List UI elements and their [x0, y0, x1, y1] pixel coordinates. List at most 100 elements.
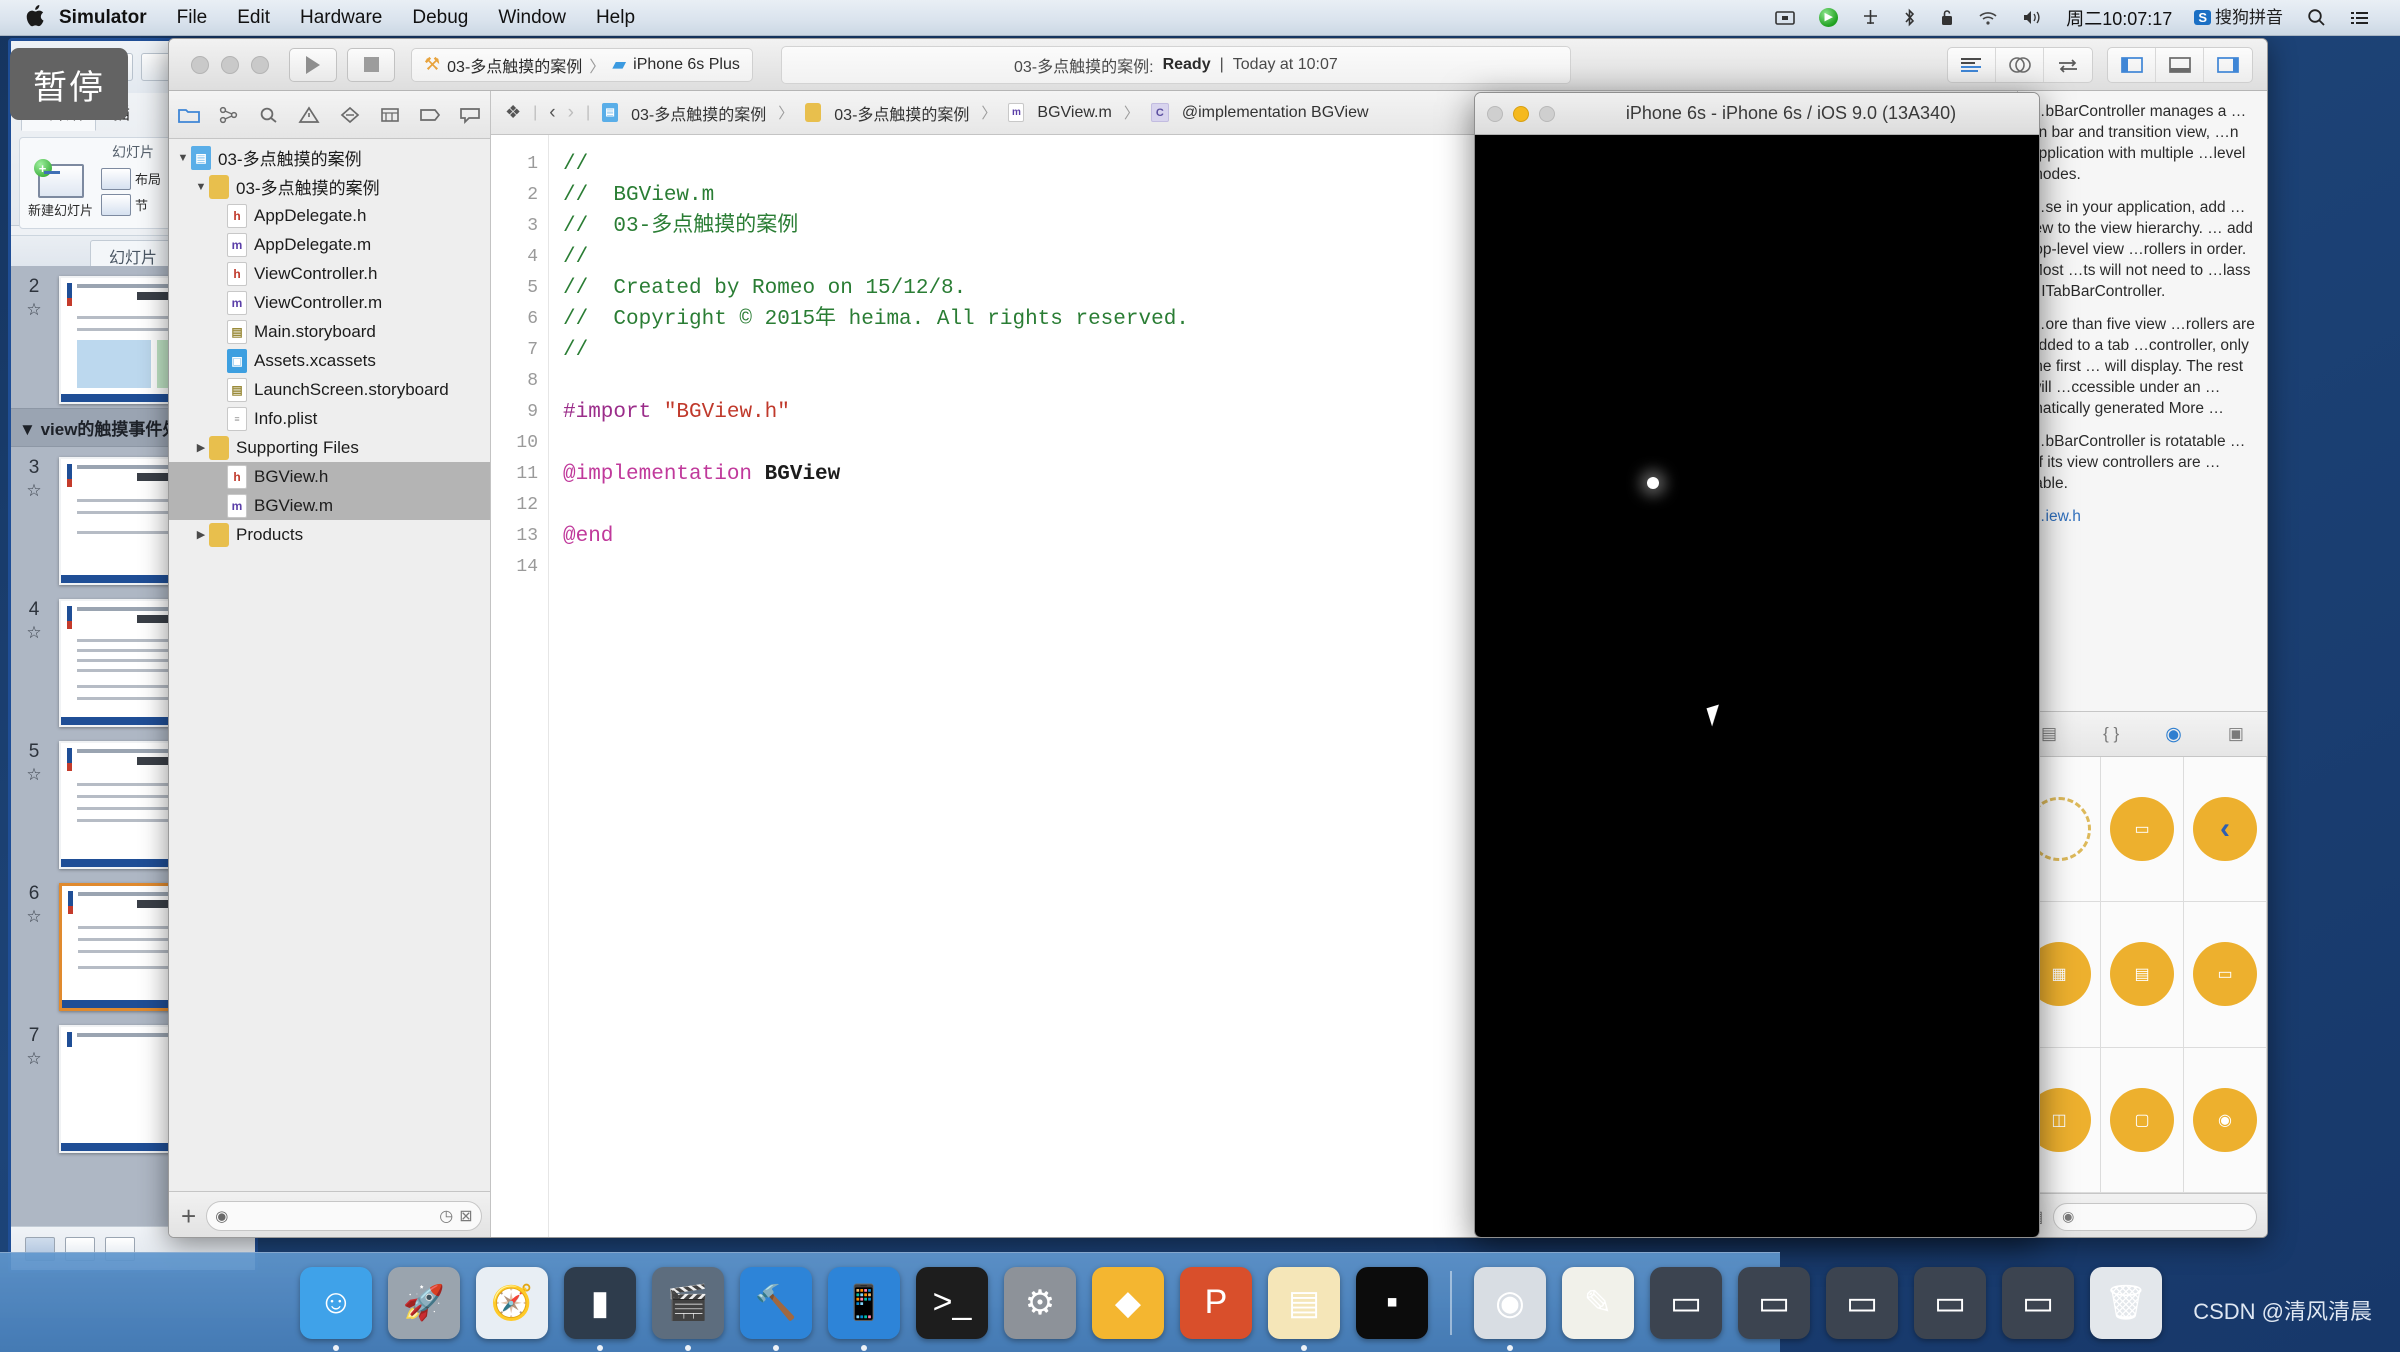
panel-toggle-segmented-control[interactable]: [2107, 46, 2253, 83]
utilities-panel[interactable]: …bBarController manages a …on bar and tr…: [2017, 91, 2267, 1237]
menubar-clock[interactable]: 周二10:07:17: [2066, 5, 2172, 31]
recent-filter-icon[interactable]: ◷: [439, 1206, 453, 1226]
iterm-icon[interactable]: ▪: [1356, 1266, 1428, 1339]
tree-row-file[interactable]: ▣ Assets.xcassets: [169, 346, 490, 375]
stop-button[interactable]: [347, 47, 395, 82]
zoom-button[interactable]: [1539, 105, 1555, 122]
library-item[interactable]: ◉: [2184, 1047, 2267, 1193]
menubar-item-simulator[interactable]: Simulator: [44, 7, 162, 29]
mac-menubar[interactable]: Simulator File Edit Hardware Debug Window Help…: [0, 0, 2400, 36]
menubar-item-edit[interactable]: Edit: [222, 7, 285, 29]
report-navigator-icon[interactable]: [455, 101, 485, 129]
tree-row-group[interactable]: ▼ 03-多点触摸的案例: [169, 172, 490, 201]
simulator-icon[interactable]: ▮: [564, 1266, 636, 1351]
tree-row-file[interactable]: LaunchScreen.storyboard: [169, 375, 490, 404]
library-tab-bar[interactable]: ▤ { } ◉ ▣: [2018, 711, 2267, 757]
paragon-icon[interactable]: P: [1180, 1266, 1252, 1339]
file-template-library-icon[interactable]: ▤: [2041, 724, 2057, 744]
breadcrumb[interactable]: m BGView.m: [1008, 103, 1112, 122]
trash-icon[interactable]: 🗑: [2090, 1266, 2162, 1339]
safari-icon[interactable]: 🧭: [476, 1266, 548, 1339]
back-chevron-icon[interactable]: ‹: [549, 102, 555, 124]
bluetooth-icon[interactable]: [1903, 8, 1916, 27]
library-item[interactable]: ▭: [2101, 757, 2184, 903]
quicktime-player-icon[interactable]: 🎬: [652, 1266, 724, 1351]
menubar-item-hardware[interactable]: Hardware: [285, 7, 397, 29]
close-button[interactable]: [191, 55, 209, 74]
menubar-status-area[interactable]: ▶ 周二10:07:17 S 搜狗拼音: [1763, 5, 2400, 31]
tree-row-file[interactable]: m AppDelegate.m: [169, 230, 490, 259]
screen-recording-icon[interactable]: [1775, 10, 1796, 26]
system-preferences-icon[interactable]: ⚙: [1004, 1266, 1076, 1339]
debug-navigator-icon[interactable]: [375, 101, 405, 129]
finder-icon[interactable]: ☺: [300, 1266, 372, 1351]
project-file-tree[interactable]: ▼ ▤ 03-多点触摸的案例 ▼ 03-多点触摸的案例 h AppDelegat…: [169, 139, 490, 1191]
disclosure-triangle-icon[interactable]: ▶: [193, 441, 209, 454]
search-input[interactable]: [234, 1207, 434, 1224]
window-traffic-lights[interactable]: [191, 55, 269, 74]
library-item[interactable]: ▤: [2101, 902, 2184, 1048]
test-navigator-icon[interactable]: [335, 101, 365, 129]
chrome-icon[interactable]: ◉: [1474, 1266, 1546, 1351]
disclosure-triangle-icon[interactable]: ▼: [193, 181, 209, 193]
quicktime-record-icon[interactable]: ▶: [1819, 8, 1839, 27]
simulator-traffic-lights[interactable]: [1487, 105, 1555, 122]
editor-mode-segmented-control[interactable]: [1947, 46, 2093, 83]
menubar-item-file[interactable]: File: [162, 7, 223, 29]
tree-row-project[interactable]: ▼ ▤ 03-多点触摸的案例: [169, 143, 490, 172]
disclosure-triangle-icon[interactable]: ▼: [175, 152, 191, 164]
standard-editor-icon[interactable]: [1948, 47, 1996, 82]
tree-row-group[interactable]: ▶ Supporting Files: [169, 433, 490, 462]
assistant-editor-icon[interactable]: [1996, 47, 2044, 82]
close-button[interactable]: [1487, 105, 1503, 122]
toggle-utilities-icon[interactable]: [2204, 48, 2252, 82]
breakpoint-navigator-icon[interactable]: [415, 101, 445, 129]
minimize-button[interactable]: [221, 55, 239, 74]
scheme-selector[interactable]: ⚒ 03-多点触摸的案例 〉 ▰ iPhone 6s Plus: [411, 47, 753, 82]
navigator-panel[interactable]: ▼ ▤ 03-多点触摸的案例 ▼ 03-多点触摸的案例 h AppDelegat…: [169, 91, 491, 1237]
search-icon[interactable]: [2307, 8, 2326, 27]
notes-icon[interactable]: ▤: [1268, 1266, 1340, 1351]
minimized-window-3[interactable]: ▭: [1826, 1266, 1898, 1339]
menubar-item-help[interactable]: Help: [581, 7, 650, 29]
navigator-footer[interactable]: + ◉ ◷ ⊠: [169, 1191, 490, 1237]
quick-help-declared-in-link[interactable]: …iew.h: [2030, 506, 2255, 527]
menubar-item-debug[interactable]: Debug: [397, 7, 483, 29]
section-button[interactable]: 节: [101, 193, 161, 216]
tree-row-file[interactable]: h AppDelegate.h: [169, 201, 490, 230]
disclosure-triangle-icon[interactable]: ▶: [193, 528, 209, 541]
find-navigator-icon[interactable]: [254, 101, 284, 129]
code-snippet-library-icon[interactable]: { }: [2103, 724, 2119, 744]
tree-row-file-selected[interactable]: h BGView.h: [169, 462, 490, 491]
library-filter-field[interactable]: ◉: [2053, 1202, 2257, 1231]
sketch-icon[interactable]: ◆: [1092, 1266, 1164, 1339]
object-library-grid[interactable]: ▭ ‹ ▦ ▤ ▭ ◫ ▢ ◉: [2018, 757, 2267, 1193]
zoom-button[interactable]: [251, 55, 269, 74]
lock-icon[interactable]: [1940, 9, 1954, 27]
library-item[interactable]: ‹: [2184, 757, 2267, 903]
source-control-filter-icon[interactable]: ⊠: [459, 1206, 472, 1226]
breadcrumb[interactable]: ▤ 03-多点触摸的案例: [602, 101, 766, 125]
toggle-navigator-icon[interactable]: [2108, 47, 2156, 82]
library-item[interactable]: ▢: [2101, 1047, 2184, 1193]
issue-navigator-icon[interactable]: [294, 101, 324, 129]
forward-chevron-icon[interactable]: ›: [568, 102, 574, 124]
minimized-window-2[interactable]: ▭: [1738, 1266, 1810, 1339]
tree-row-file[interactable]: ≡ Info.plist: [169, 404, 490, 433]
breadcrumb[interactable]: 03-多点触摸的案例: [805, 101, 969, 125]
menubar-item-window[interactable]: Window: [483, 7, 581, 29]
ios-simulator-window[interactable]: iPhone 6s - iPhone 6s / iOS 9.0 (13A340): [1474, 92, 2040, 1238]
launchpad-icon[interactable]: 🚀: [388, 1266, 460, 1339]
related-items-icon[interactable]: ❖: [505, 102, 521, 123]
xcode-beta-icon[interactable]: 📱: [828, 1266, 900, 1351]
notification-center-icon[interactable]: [2350, 10, 2370, 26]
xcode-icon[interactable]: 🔨: [740, 1266, 812, 1351]
dock[interactable]: ☺ 🚀 🧭 ▮ 🎬 🔨 📱 >_ ⚙ ◆ P ▤ ▪ ◉ ✎ ▭ ▭ ▭ ▭ ▭ 🗑: [0, 1252, 2162, 1352]
project-navigator-icon[interactable]: [174, 101, 204, 129]
source-control-navigator-icon[interactable]: [214, 101, 244, 129]
toggle-debug-area-icon[interactable]: [2156, 47, 2204, 82]
minimized-window-1[interactable]: ▭: [1650, 1266, 1722, 1339]
navigator-filter-field[interactable]: ◉ ◷ ⊠: [206, 1200, 482, 1231]
input-method-indicator[interactable]: S 搜狗拼音: [2194, 9, 2283, 26]
tree-row-file[interactable]: Main.storyboard: [169, 317, 490, 346]
